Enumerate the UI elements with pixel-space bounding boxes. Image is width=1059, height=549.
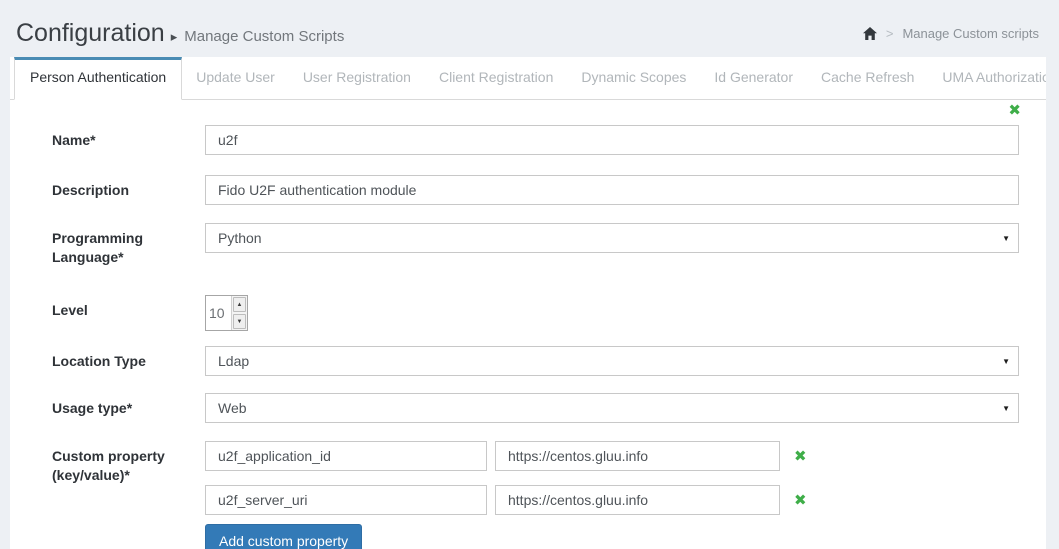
remove-property-icon[interactable]: ✖: [794, 493, 807, 508]
custom-script-form: Name* Description Programming Language* …: [10, 100, 1046, 549]
page-subtitle: Manage Custom Scripts: [184, 28, 344, 45]
tab-person-authentication[interactable]: Person Authentication: [14, 57, 182, 100]
tab-user-registration[interactable]: User Registration: [289, 57, 425, 99]
tab-cache-refresh[interactable]: Cache Refresh: [807, 57, 928, 99]
programming-language-label: Programming Language*: [52, 223, 205, 267]
programming-language-select[interactable]: Python ▼: [205, 223, 1019, 253]
custom-property-row: ✖: [205, 441, 1019, 471]
content-panel: Person Authentication Update User User R…: [10, 57, 1046, 549]
usage-type-label: Usage type*: [52, 393, 205, 423]
tab-update-user[interactable]: Update User: [182, 57, 289, 99]
breadcrumb: > Manage Custom scripts: [863, 26, 1039, 41]
name-input[interactable]: [205, 125, 1019, 155]
spin-up-icon[interactable]: ▲: [233, 297, 246, 312]
page-header: Configuration ▸ Manage Custom Scripts > …: [0, 0, 1059, 57]
location-type-select[interactable]: Ldap ▼: [205, 346, 1019, 376]
location-type-label: Location Type: [52, 346, 205, 376]
custom-property-row: ✖: [205, 485, 1019, 515]
custom-property-key-input[interactable]: [205, 441, 487, 471]
level-input[interactable]: [206, 296, 231, 330]
level-spinner: ▲ ▼: [231, 296, 247, 330]
tab-client-registration[interactable]: Client Registration: [425, 57, 567, 99]
page-title: Configuration: [16, 19, 165, 48]
home-icon[interactable]: [863, 27, 877, 40]
tab-dynamic-scopes[interactable]: Dynamic Scopes: [567, 57, 700, 99]
custom-property-value-input[interactable]: [495, 441, 780, 471]
usage-type-select[interactable]: Web ▼: [205, 393, 1019, 423]
level-stepper: ▲ ▼: [205, 295, 248, 331]
title-separator-icon: ▸: [171, 29, 178, 45]
tab-id-generator[interactable]: Id Generator: [700, 57, 807, 99]
spin-down-icon[interactable]: ▼: [233, 314, 246, 329]
custom-property-value-input[interactable]: [495, 485, 780, 515]
script-type-tabs: Person Authentication Update User User R…: [10, 57, 1046, 100]
breadcrumb-current: Manage Custom scripts: [902, 26, 1039, 41]
custom-property-key-input[interactable]: [205, 485, 487, 515]
name-label: Name*: [52, 125, 205, 155]
usage-type-value: Web: [206, 394, 1018, 422]
breadcrumb-separator: >: [886, 26, 894, 41]
tab-uma-authorization-policies[interactable]: UMA Authorization Policies: [928, 57, 1046, 99]
level-label: Level: [52, 295, 205, 331]
description-input[interactable]: [205, 175, 1019, 205]
remove-script-icon[interactable]: ✖: [1008, 103, 1021, 118]
description-label: Description: [52, 175, 205, 205]
programming-language-value: Python: [206, 224, 1018, 252]
location-type-value: Ldap: [206, 347, 1018, 375]
custom-property-label: Custom property (key/value)*: [52, 441, 205, 549]
remove-property-icon[interactable]: ✖: [794, 449, 807, 464]
add-custom-property-button[interactable]: Add custom property: [205, 524, 362, 549]
title-group: Configuration ▸ Manage Custom Scripts: [16, 19, 344, 48]
